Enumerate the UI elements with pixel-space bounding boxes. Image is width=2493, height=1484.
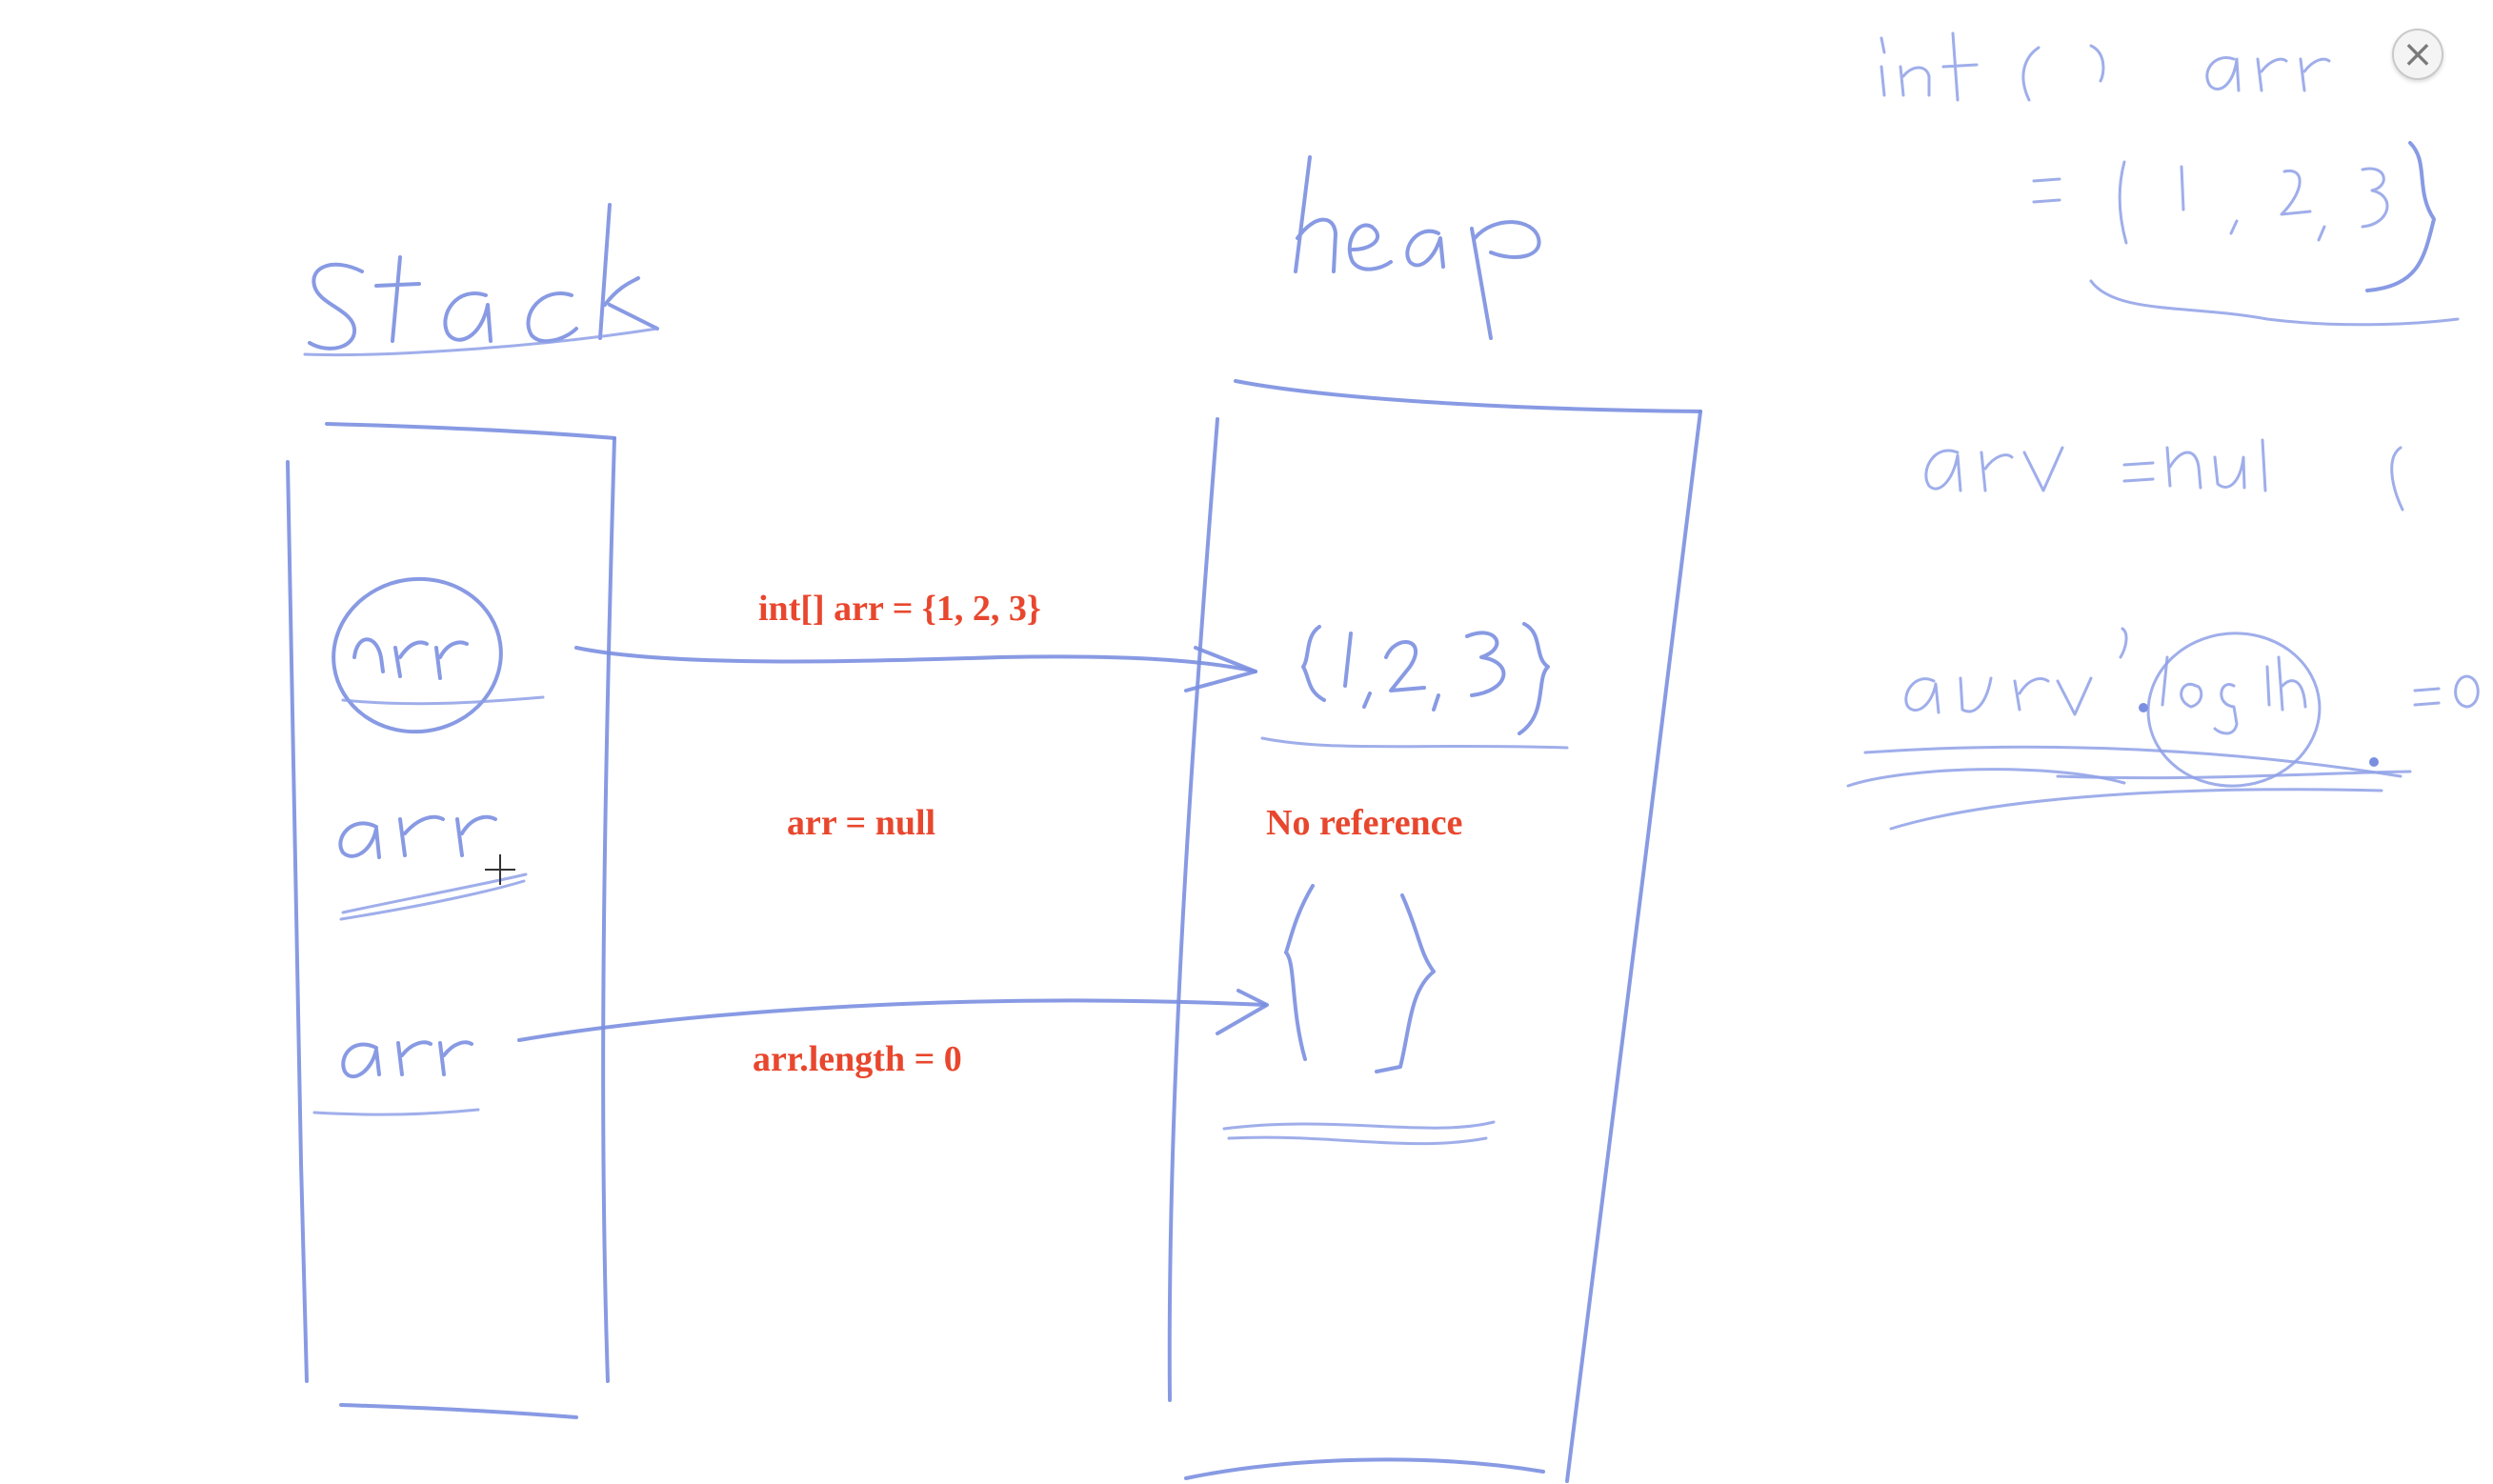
- heap-object-empty-array: [1222, 884, 1496, 1146]
- handwritten-heap-title: [1294, 155, 1541, 340]
- reference-arrow-1: [574, 646, 1257, 692]
- close-button[interactable]: ×: [2392, 29, 2443, 80]
- stack-box: [286, 422, 616, 1419]
- reference-arrow-2: [517, 989, 1269, 1042]
- annotation-length-assignment: arr.length = 0: [753, 1039, 962, 1079]
- note-array-declaration: [1880, 31, 2460, 327]
- annotation-null-assignment: arr = null: [787, 803, 936, 843]
- note-length-assignment: [1846, 627, 2480, 831]
- stack-entry-arr-third: [312, 1040, 480, 1116]
- whiteboard-canvas: [286, 31, 2480, 1483]
- annotation-no-reference: No reference: [1266, 803, 1463, 843]
- stack-entry-arr-circled: [332, 576, 545, 734]
- heap-box: [1167, 379, 1702, 1483]
- heap-object-array-123: [1260, 622, 1569, 750]
- crosshair-icon: [485, 854, 515, 885]
- handwritten-stack-title: [303, 203, 659, 357]
- note-null-assignment: [1924, 438, 2404, 511]
- annotation-array-initialization: int[] arr = {1, 2, 3}: [758, 589, 1041, 629]
- close-icon: ×: [2402, 32, 2434, 76]
